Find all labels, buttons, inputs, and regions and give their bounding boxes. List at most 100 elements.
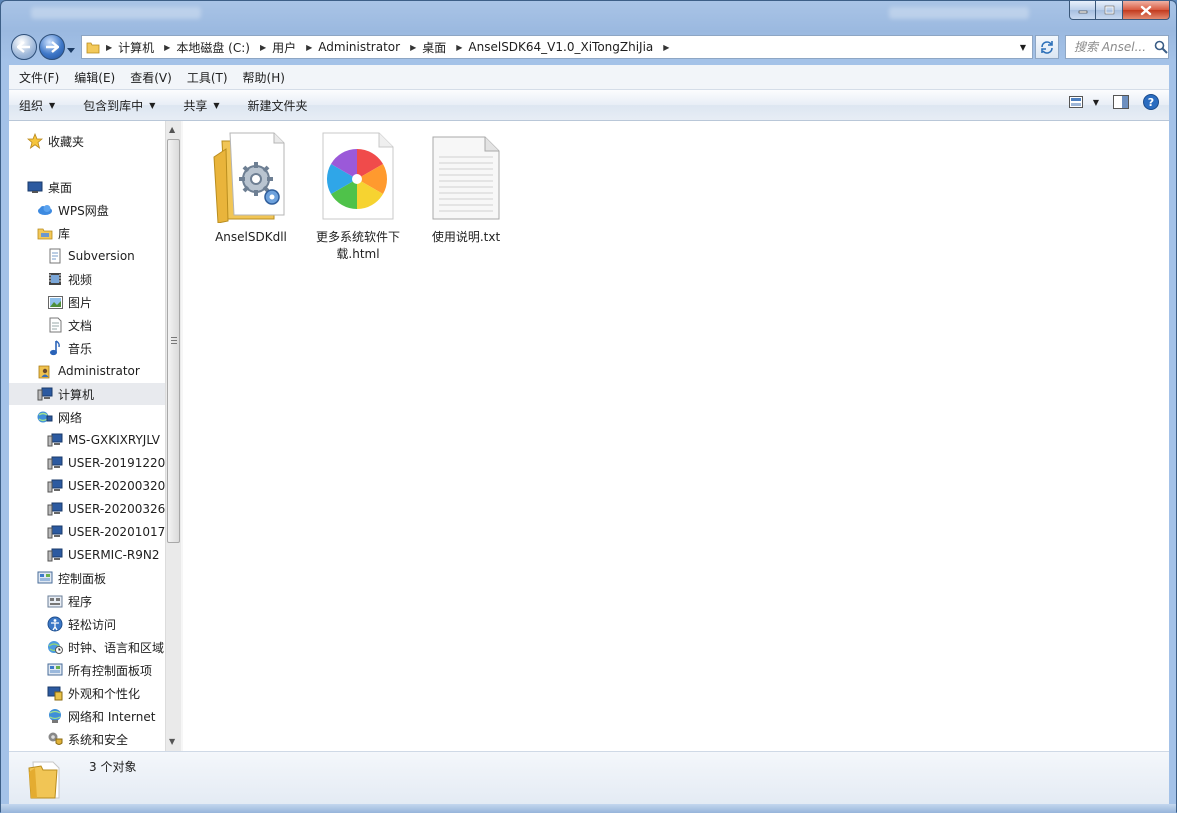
refresh-button[interactable] xyxy=(1035,35,1059,59)
nav-item-network-pc-3[interactable]: USER-20200320 xyxy=(9,475,165,497)
share-button[interactable]: 共享 ▼ xyxy=(173,97,229,114)
new-folder-button[interactable]: 新建文件夹 xyxy=(238,97,318,114)
nav-item-label: USER-20191220I xyxy=(68,456,165,470)
nav-item-network-pc-1[interactable]: MS-GXKIXRYJLV xyxy=(9,429,165,451)
menu-help[interactable]: 帮助(H) xyxy=(238,69,290,86)
picture-icon xyxy=(47,294,63,310)
nav-item-library[interactable]: 库 xyxy=(9,222,165,244)
scrollbar-grip-icon xyxy=(171,337,177,344)
breadcrumb-computer[interactable]: 计算机 xyxy=(118,39,158,56)
nav-item-control-panel[interactable]: 控制面板 xyxy=(9,567,165,589)
back-arrow-icon xyxy=(17,41,30,53)
network-icon xyxy=(37,409,53,425)
nav-item-network[interactable]: 网络 xyxy=(9,406,165,428)
nav-item-label: 收藏夹 xyxy=(48,134,85,149)
breadcrumb-current-folder[interactable]: AnselSDK64_V1.0_XiTongZhiJia xyxy=(468,40,657,54)
menu-view[interactable]: 查看(V) xyxy=(125,69,177,86)
forward-button[interactable] xyxy=(39,34,65,60)
scrollbar-thumb[interactable] xyxy=(167,139,180,543)
nav-item-favorites[interactable]: 收藏夹 xyxy=(9,130,165,152)
history-dropdown[interactable] xyxy=(67,43,75,57)
network-computer-icon xyxy=(47,547,63,563)
text-file-icon xyxy=(426,127,506,223)
folder-small-icon xyxy=(86,41,100,54)
breadcrumb-arrow[interactable]: ▶ xyxy=(254,43,272,52)
file-item[interactable]: AnselSDKdll xyxy=(204,127,298,246)
address-dropdown-icon[interactable]: ▼ xyxy=(1020,43,1026,52)
breadcrumb-arrow[interactable]: ▶ xyxy=(450,43,468,52)
nav-item-network-pc-2[interactable]: USER-20191220I xyxy=(9,452,165,474)
nav-item-all-control-panel[interactable]: 所有控制面板项 xyxy=(9,659,165,681)
nav-item-desktop[interactable]: 桌面 xyxy=(9,176,165,198)
navigation-row: ▶ 计算机 ▶ 本地磁盘 (C:) ▶ 用户 ▶ Administrator ▶… xyxy=(1,31,1176,63)
nav-item-subversion[interactable]: Subversion xyxy=(9,245,165,267)
nav-item-label: 桌面 xyxy=(48,180,73,195)
organize-button[interactable]: 组织 ▼ xyxy=(9,97,65,114)
nav-item-administrator[interactable]: Administrator xyxy=(9,360,165,382)
menu-file[interactable]: 文件(F) xyxy=(14,69,64,86)
search-icon[interactable] xyxy=(1154,40,1168,54)
breadcrumb-arrow[interactable]: ▶ xyxy=(404,43,422,52)
file-item[interactable]: 使用说明.txt xyxy=(419,127,513,246)
nav-item-documents[interactable]: 文档 xyxy=(9,314,165,336)
nav-item-network-internet[interactable]: 网络和 Internet xyxy=(9,705,165,727)
nav-item-programs[interactable]: 程序 xyxy=(9,590,165,612)
breadcrumb-arrow[interactable]: ▶ xyxy=(158,43,176,52)
chevron-down-icon: ▼ xyxy=(213,100,220,110)
nav-item-ease-of-access[interactable]: 轻松访问 xyxy=(9,613,165,635)
network-computer-icon xyxy=(47,478,63,494)
nav-item-videos[interactable]: 视频 xyxy=(9,268,165,290)
menu-tools[interactable]: 工具(T) xyxy=(182,69,233,86)
menu-edit[interactable]: 编辑(E) xyxy=(69,69,120,86)
chevron-down-icon: ▼ xyxy=(149,100,156,110)
breadcrumb-desktop[interactable]: 桌面 xyxy=(422,39,450,56)
nav-item-music[interactable]: 音乐 xyxy=(9,337,165,359)
nav-item-label: 库 xyxy=(58,226,71,241)
nav-item-label: 视频 xyxy=(68,272,93,287)
address-bar[interactable]: ▶ 计算机 ▶ 本地磁盘 (C:) ▶ 用户 ▶ Administrator ▶… xyxy=(81,35,1033,59)
back-button[interactable] xyxy=(11,34,37,60)
user-folder-icon xyxy=(37,363,53,379)
file-item[interactable]: 更多系统软件下载.html xyxy=(311,127,405,263)
breadcrumb-users[interactable]: 用户 xyxy=(272,39,300,56)
nav-item-wps-cloud[interactable]: WPS网盘 xyxy=(9,199,165,221)
document-icon xyxy=(47,317,63,333)
maximize-button[interactable] xyxy=(1096,1,1123,20)
video-icon xyxy=(47,271,63,287)
nav-item-label: 系统和安全 xyxy=(68,732,129,747)
nav-item-network-pc-5[interactable]: USER-20201017I xyxy=(9,521,165,543)
appearance-icon xyxy=(47,685,63,701)
breadcrumb-administrator[interactable]: Administrator xyxy=(318,40,404,54)
breadcrumb-arrow[interactable]: ▶ xyxy=(657,43,675,52)
help-icon[interactable]: ? xyxy=(1143,94,1159,110)
nav-item-label: 文档 xyxy=(68,318,93,333)
nav-item-appearance[interactable]: 外观和个性化 xyxy=(9,682,165,704)
close-button[interactable] xyxy=(1123,1,1170,20)
search-box[interactable] xyxy=(1065,35,1169,59)
scroll-up-icon[interactable]: ▲ xyxy=(169,125,175,134)
include-library-button[interactable]: 包含到库中 ▼ xyxy=(73,97,165,114)
desktop-icon xyxy=(27,179,43,195)
nav-item-pictures[interactable]: 图片 xyxy=(9,291,165,313)
navigation-scrollbar[interactable]: ▲ ▼ xyxy=(165,121,181,751)
nav-item-system-security[interactable]: 系统和安全 xyxy=(9,728,165,750)
minimize-button[interactable] xyxy=(1069,1,1096,20)
breadcrumb-arrow[interactable]: ▶ xyxy=(300,43,318,52)
programs-icon xyxy=(47,593,63,609)
view-icon xyxy=(1068,96,1083,108)
breadcrumb-arrow[interactable]: ▶ xyxy=(100,43,118,52)
nav-item-computer[interactable]: 计算机 xyxy=(9,383,165,405)
browser-html-icon xyxy=(318,127,398,223)
change-view-button[interactable]: ▼ xyxy=(1068,96,1099,108)
all-control-panel-icon xyxy=(47,662,63,678)
nav-item-clock-language[interactable]: 时钟、语言和区域 xyxy=(9,636,165,658)
network-computer-icon xyxy=(47,501,63,517)
search-input[interactable] xyxy=(1072,39,1154,55)
title-bar[interactable] xyxy=(1,1,1176,29)
nav-item-network-pc-6[interactable]: USERMIC-R9N2 xyxy=(9,544,165,566)
preview-pane-icon[interactable] xyxy=(1113,95,1129,109)
scroll-down-icon[interactable]: ▼ xyxy=(169,737,175,746)
breadcrumb-local-disk[interactable]: 本地磁盘 (C:) xyxy=(176,39,254,56)
nav-item-network-pc-4[interactable]: USER-20200326 xyxy=(9,498,165,520)
nav-item-label: USER-20200320 xyxy=(68,479,165,493)
